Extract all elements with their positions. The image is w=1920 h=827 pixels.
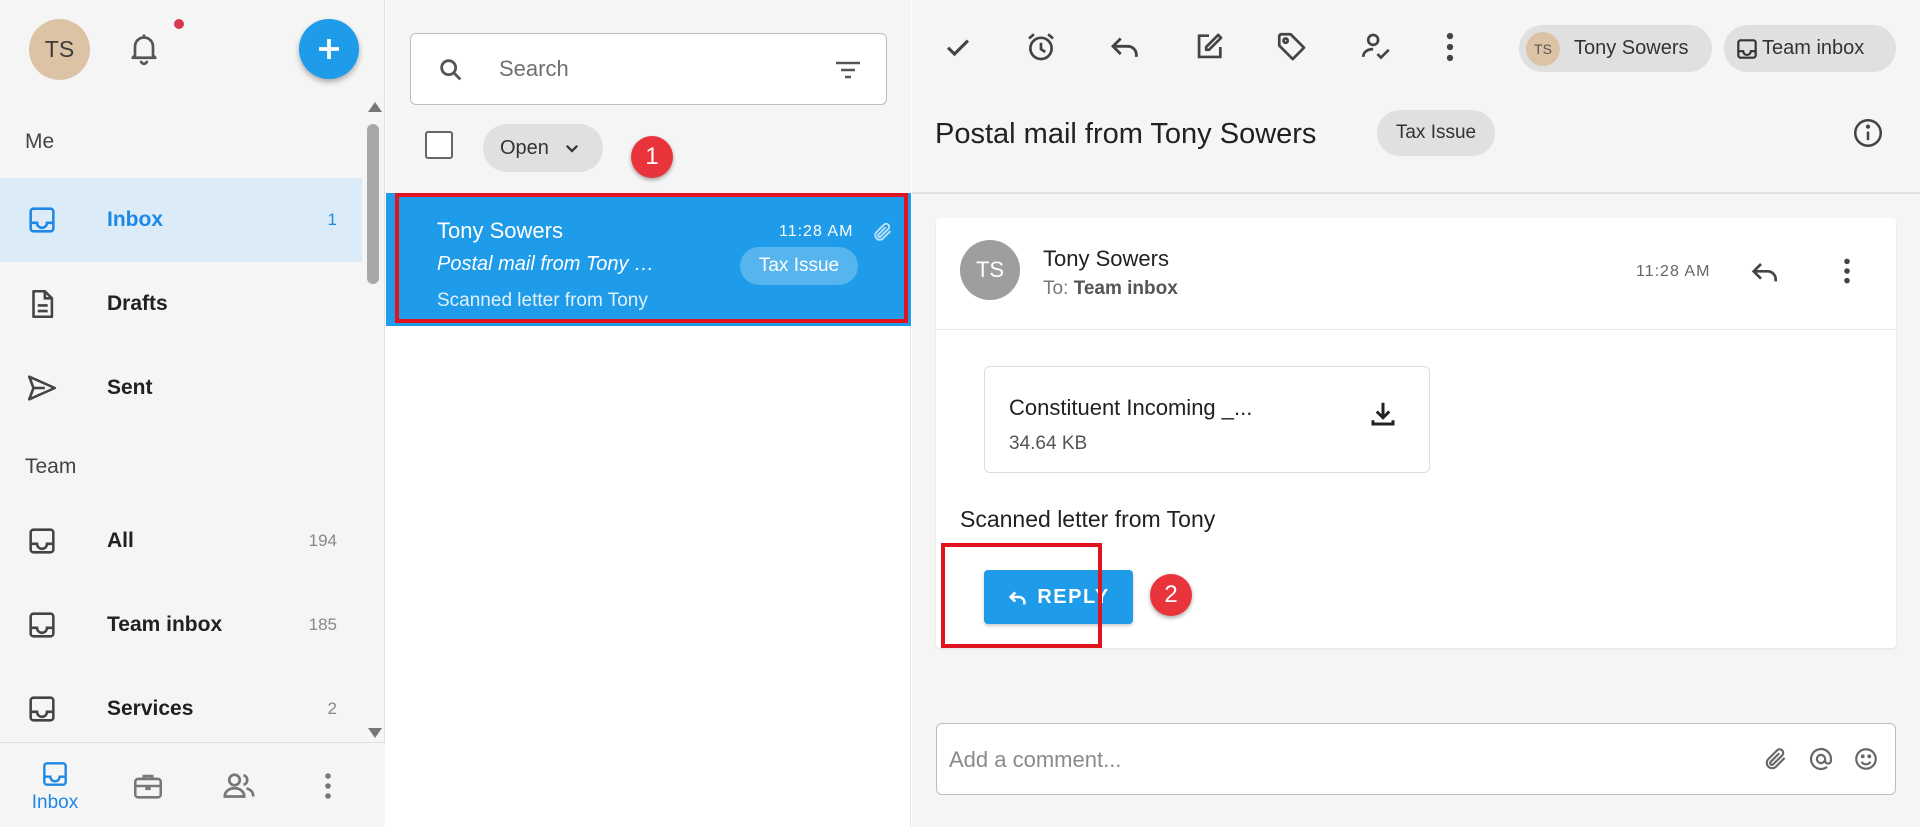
chevron-down-icon	[565, 144, 579, 153]
message-body: Scanned letter from Tony	[960, 506, 1216, 532]
annotation-marker-2: 2	[1150, 574, 1192, 616]
inbox-icon	[1737, 38, 1757, 59]
inbox-icon	[43, 761, 67, 786]
inbox-chip[interactable]: Team inbox	[1724, 25, 1896, 72]
bottom-nav-contacts[interactable]	[215, 743, 263, 827]
scroll-down-arrow-icon[interactable]	[368, 728, 382, 738]
sidebar-item-count: 1	[327, 210, 337, 229]
comment-placeholder: Add a comment...	[949, 747, 1122, 772]
conversation-title-row: Postal mail from Tony Sowers Tax Issue	[912, 100, 1920, 194]
select-all-checkbox[interactable]	[425, 131, 453, 159]
inbox-icon	[29, 528, 55, 554]
section-label-me: Me	[25, 130, 55, 153]
sidebar: TS Me Inbox 1 Drafts Sent Team All 194 T…	[0, 0, 385, 827]
paperclip-icon[interactable]	[1763, 746, 1789, 772]
reply-icon[interactable]	[1749, 256, 1781, 288]
assignee-chip[interactable]: TS Tony Sowers	[1519, 25, 1712, 72]
page-title: Postal mail from Tony Sowers	[935, 118, 1317, 150]
briefcase-icon	[133, 774, 163, 799]
to-label: To:	[1043, 278, 1069, 299]
plus-icon	[319, 39, 339, 59]
sidebar-item-drafts[interactable]: Drafts	[0, 262, 362, 346]
filter-icon[interactable]	[834, 58, 862, 82]
message-to: To: Team inbox	[1043, 278, 1178, 300]
sidebar-item-services[interactable]: Services 2	[0, 667, 362, 742]
document-icon	[32, 289, 54, 319]
section-label-team: Team	[25, 455, 77, 478]
message-time: 11:28 AM	[1636, 263, 1711, 280]
tag-icon[interactable]	[1275, 30, 1309, 64]
emoji-icon[interactable]	[1853, 746, 1879, 772]
search-icon	[440, 59, 462, 81]
sidebar-header: TS	[0, 0, 385, 100]
sidebar-item-label: Sent	[107, 376, 153, 399]
people-icon	[223, 772, 255, 798]
info-icon[interactable]	[1851, 116, 1885, 150]
check-icon[interactable]	[941, 30, 975, 64]
status-filter-label: Open	[500, 136, 549, 159]
sidebar-item-count: 194	[308, 531, 337, 550]
attachment-name: Constituent Incoming _...	[1009, 395, 1253, 420]
notifications-bell-icon[interactable]	[126, 30, 162, 66]
conversation-detail: TS Tony Sowers Team inbox Postal mail fr…	[912, 0, 1920, 827]
sidebar-item-label: All	[107, 529, 134, 552]
search-placeholder: Search	[499, 56, 569, 81]
highlight-box-reply	[941, 543, 1102, 648]
bottom-nav-briefcase[interactable]	[124, 743, 172, 827]
sidebar-item-label: Drafts	[107, 292, 168, 315]
assignee-avatar: TS	[1526, 31, 1560, 66]
message-from: Tony Sowers	[1043, 246, 1169, 271]
comment-input[interactable]: Add a comment...	[936, 723, 1896, 795]
notification-dot	[174, 19, 184, 29]
sidebar-item-label: Inbox	[107, 208, 163, 231]
assignee-name: Tony Sowers	[1574, 37, 1689, 59]
inbox-chip-label: Team inbox	[1762, 37, 1865, 59]
to-value: Team inbox	[1073, 278, 1178, 299]
scrollbar-thumb[interactable]	[367, 124, 379, 284]
inbox-icon	[29, 207, 55, 233]
sidebar-item-count: 185	[308, 615, 337, 634]
bottom-nav-more[interactable]	[310, 743, 346, 827]
bottom-nav-label: Inbox	[31, 791, 79, 813]
sidebar-scrollbar[interactable]	[363, 100, 385, 742]
highlight-box-thread	[395, 193, 908, 323]
alarm-clock-icon[interactable]	[1024, 30, 1058, 64]
sidebar-item-team-inbox[interactable]: Team inbox 185	[0, 583, 362, 667]
sender-avatar: TS	[960, 240, 1020, 300]
list-header: Search Open 1	[386, 0, 911, 193]
conversation-tag[interactable]: Tax Issue	[1377, 110, 1495, 156]
conversation-list: Search Open 1 Tony Sowers 11:28 AM Posta…	[386, 0, 911, 827]
sidebar-item-all[interactable]: All 194	[0, 499, 362, 583]
edit-icon[interactable]	[1192, 30, 1226, 64]
more-vertical-icon[interactable]	[1840, 256, 1854, 286]
annotation-marker-1: 1	[631, 136, 673, 178]
compose-button[interactable]	[299, 19, 359, 79]
sidebar-item-count: 2	[327, 699, 337, 718]
scroll-up-arrow-icon[interactable]	[368, 102, 382, 112]
search-input[interactable]: Search	[410, 33, 887, 105]
bottom-nav-inbox[interactable]: Inbox	[24, 743, 86, 827]
sidebar-item-sent[interactable]: Sent	[0, 346, 362, 430]
assign-user-icon[interactable]	[1359, 30, 1393, 64]
reply-icon[interactable]	[1108, 30, 1142, 64]
user-avatar[interactable]: TS	[29, 19, 90, 80]
mention-icon[interactable]	[1808, 746, 1834, 772]
message-header: TS Tony Sowers To: Team inbox 11:28 AM	[936, 218, 1896, 330]
status-filter-dropdown[interactable]: Open	[483, 124, 603, 172]
sidebar-nav: Me Inbox 1 Drafts Sent Team All 194 Team…	[0, 105, 362, 742]
sidebar-item-label: Team inbox	[107, 613, 223, 636]
attachment-size: 34.64 KB	[1009, 433, 1088, 454]
more-vertical-icon	[325, 772, 331, 799]
more-vertical-icon[interactable]	[1443, 30, 1457, 64]
attachment-card[interactable]: Constituent Incoming _... 34.64 KB	[984, 366, 1430, 473]
inbox-icon	[29, 696, 55, 722]
download-icon[interactable]	[1368, 399, 1398, 429]
sidebar-item-inbox[interactable]: Inbox 1	[0, 178, 362, 262]
inbox-icon	[29, 612, 55, 638]
bottom-nav: Inbox	[0, 742, 385, 827]
app-root: TS Me Inbox 1 Drafts Sent Team All 194 T…	[0, 0, 1920, 827]
send-icon	[27, 375, 57, 401]
sidebar-item-label: Services	[107, 697, 194, 720]
